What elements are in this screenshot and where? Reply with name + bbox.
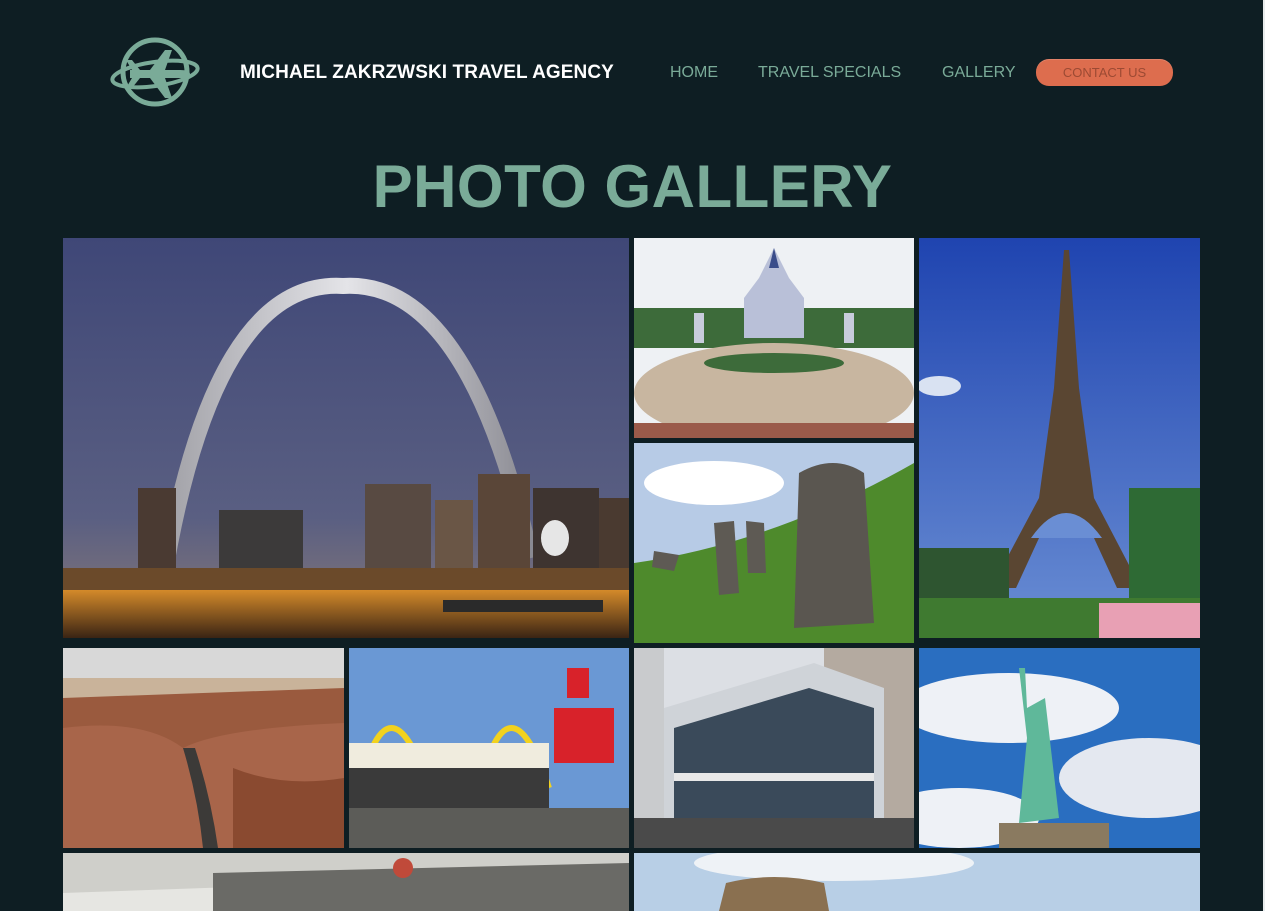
photo-gateway-arch[interactable] (63, 238, 629, 638)
photo-easter-island[interactable] (634, 443, 914, 643)
photo-mcdonalds[interactable] (349, 648, 629, 848)
photo-statue-of-liberty[interactable] (919, 648, 1200, 848)
nav-home[interactable]: HOME (670, 64, 718, 82)
photo-colosseum[interactable] (634, 853, 1200, 911)
contact-us-button[interactable]: CONTACT US (1036, 59, 1173, 86)
photo-aircraft-hangar[interactable] (63, 853, 629, 911)
nav-travel-specials[interactable]: TRAVEL SPECIALS (758, 64, 901, 82)
photo-grand-canyon[interactable] (63, 648, 344, 848)
agency-name: MICHAEL ZAKRZWSKI TRAVEL AGENCY (240, 62, 614, 83)
photo-cinderella-castle[interactable] (634, 238, 914, 438)
photo-city-storefront[interactable] (634, 648, 914, 848)
photo-eiffel-tower[interactable] (919, 238, 1200, 638)
globe-airplane-icon[interactable] (110, 36, 200, 108)
nav-gallery[interactable]: GALLERY (942, 64, 1016, 82)
page-title: PHOTO GALLERY (372, 153, 893, 220)
